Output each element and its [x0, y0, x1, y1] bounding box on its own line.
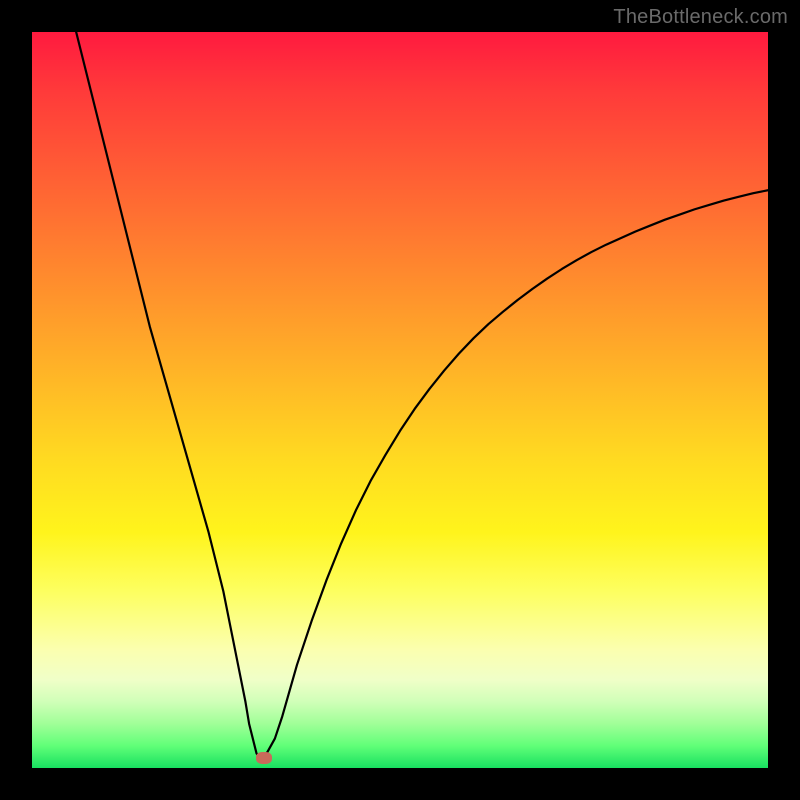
- curve-svg: [32, 32, 768, 768]
- watermark-text: TheBottleneck.com: [613, 6, 788, 29]
- bottleneck-curve: [76, 32, 768, 759]
- chart-frame: TheBottleneck.com: [0, 0, 800, 800]
- optimal-point-marker: [256, 752, 272, 764]
- plot-area: [32, 32, 768, 768]
